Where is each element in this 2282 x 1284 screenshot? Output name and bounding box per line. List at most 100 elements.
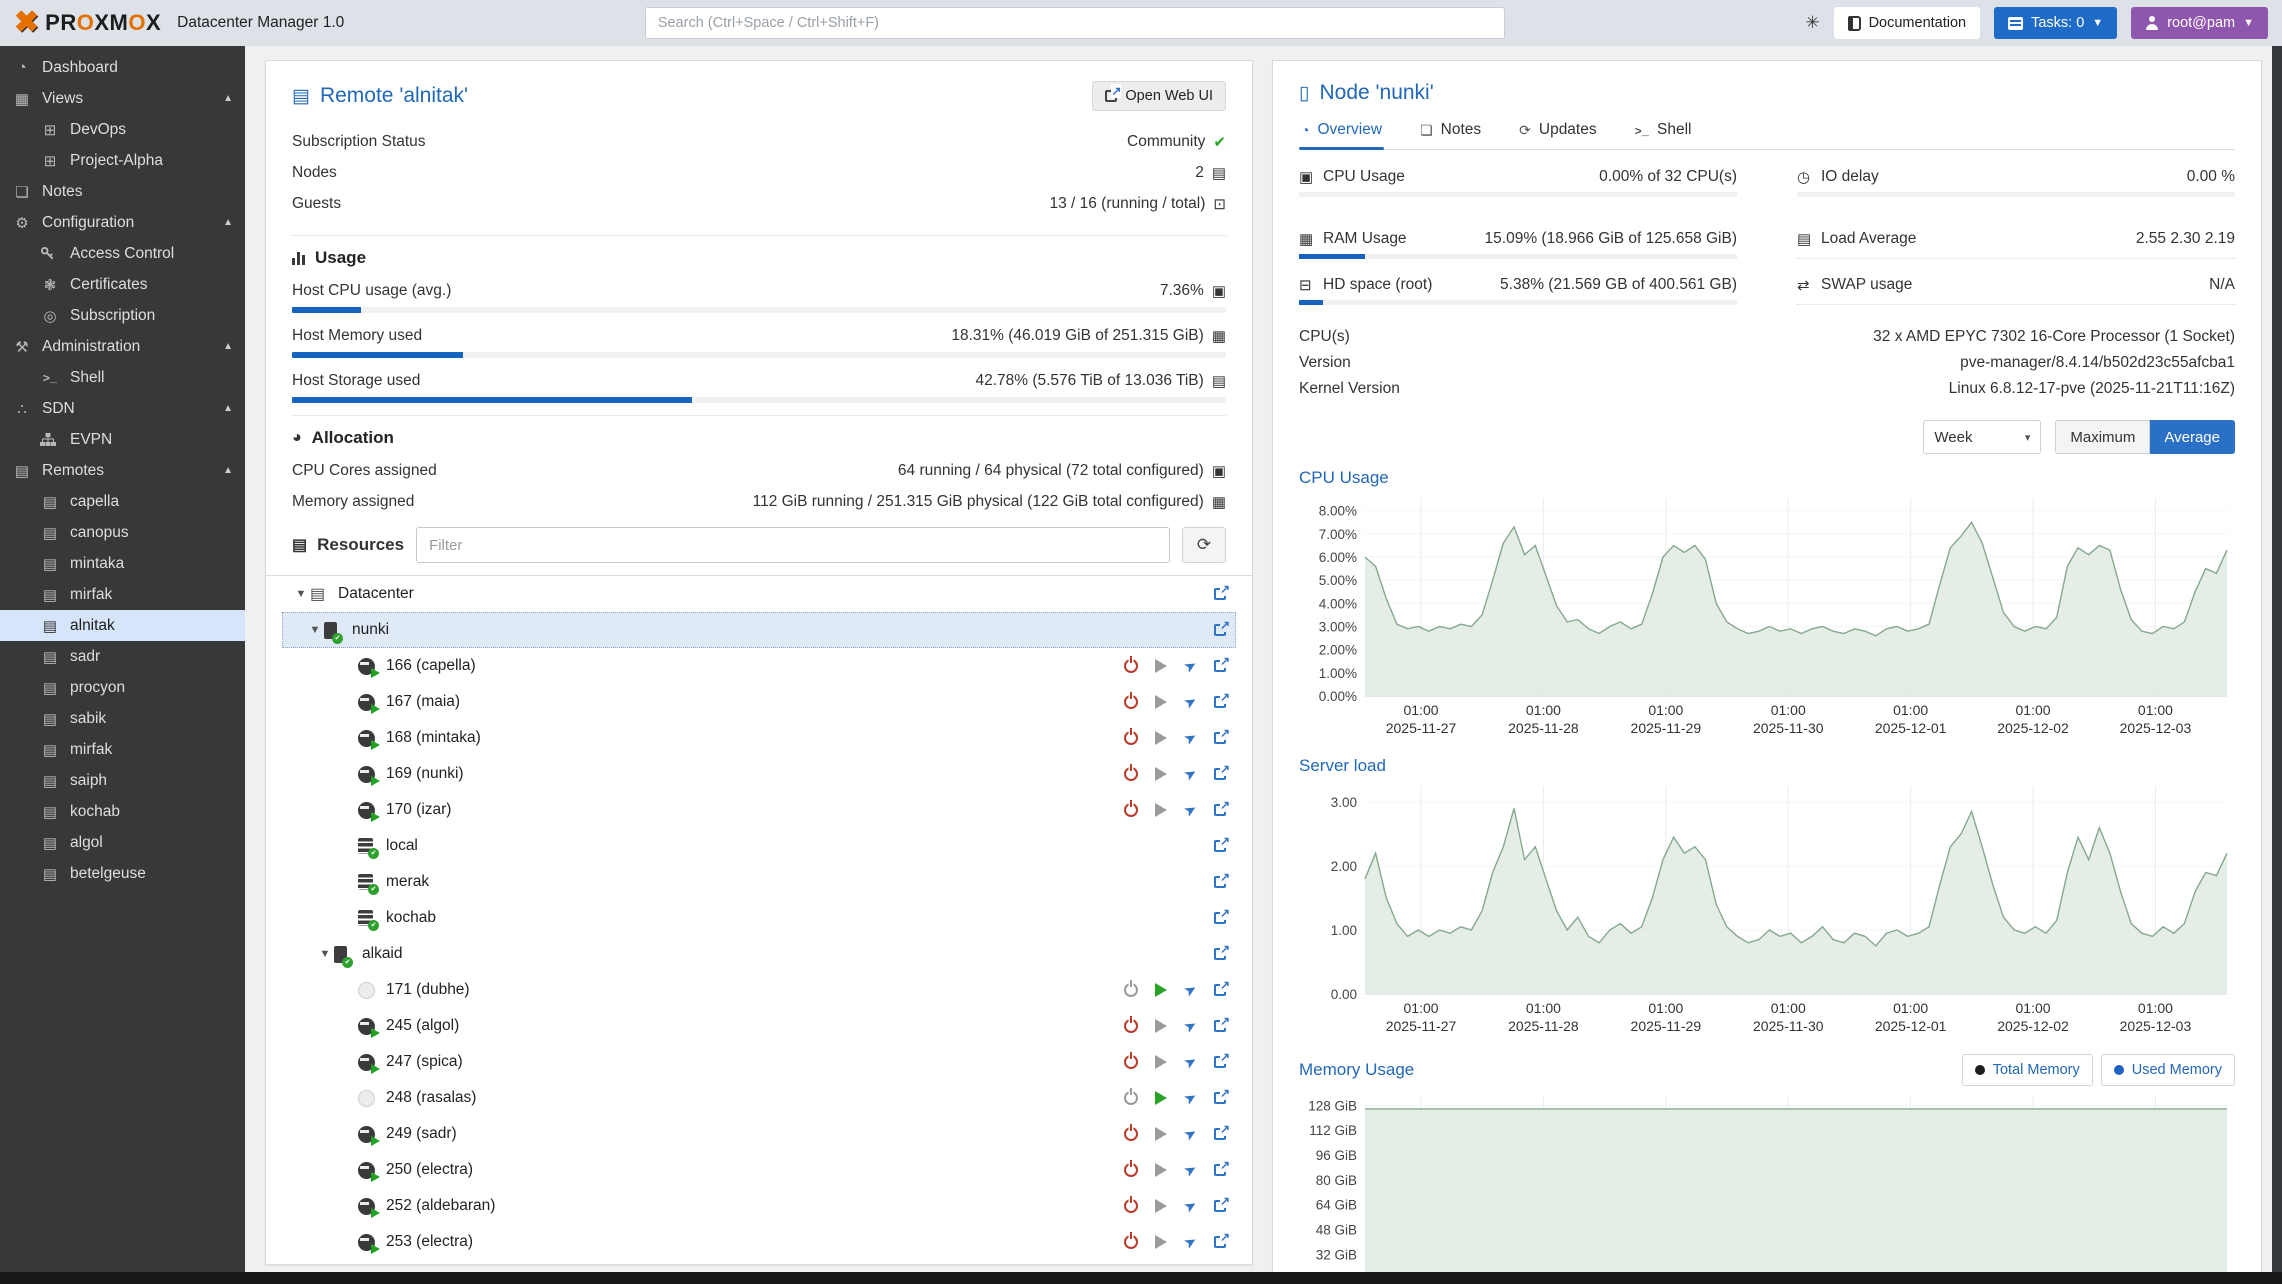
search-input[interactable] bbox=[645, 7, 1505, 39]
start-button[interactable] bbox=[1155, 695, 1167, 709]
sidebar-item-sdn[interactable]: ∴SDN▲ bbox=[0, 393, 245, 424]
legend-used-memory-button[interactable]: Used Memory bbox=[2101, 1054, 2235, 1086]
tasks-button[interactable]: Tasks: 0 ▼ bbox=[1994, 7, 2117, 39]
sidebar-item-algol[interactable]: ▤algol bbox=[0, 827, 245, 858]
start-button[interactable] bbox=[1155, 1127, 1167, 1141]
open-external-icon[interactable] bbox=[1214, 1128, 1226, 1140]
shutdown-button[interactable] bbox=[1124, 731, 1138, 745]
sidebar-item-saiph[interactable]: ▤saiph bbox=[0, 765, 245, 796]
open-external-icon[interactable] bbox=[1214, 912, 1226, 924]
legend-total-memory-button[interactable]: Total Memory bbox=[1962, 1054, 2093, 1086]
open-external-icon[interactable] bbox=[1214, 1200, 1226, 1212]
window-right-edge[interactable] bbox=[2272, 46, 2282, 1272]
collapse-arrow-icon[interactable]: ▲ bbox=[223, 93, 233, 104]
sidebar-item-certificates[interactable]: ❃Certificates bbox=[0, 269, 245, 300]
open-external-icon[interactable] bbox=[1214, 840, 1226, 852]
resource-row-167-maia-[interactable]: 167 (maia)➤ bbox=[292, 684, 1226, 720]
resource-row-local[interactable]: local bbox=[292, 828, 1226, 864]
collapse-arrow-icon[interactable]: ▲ bbox=[223, 341, 233, 352]
sidebar-item-mintaka[interactable]: ▤mintaka bbox=[0, 548, 245, 579]
collapse-arrow-icon[interactable]: ▲ bbox=[223, 217, 233, 228]
migrate-icon[interactable]: ➤ bbox=[1181, 1195, 1201, 1217]
sidebar-item-capella[interactable]: ▤capella bbox=[0, 486, 245, 517]
resource-row-171-dubhe-[interactable]: 171 (dubhe)➤ bbox=[292, 972, 1226, 1008]
sidebar-item-canopus[interactable]: ▤canopus bbox=[0, 517, 245, 548]
collapse-arrow-icon[interactable]: ▲ bbox=[223, 465, 233, 476]
snowflake-icon[interactable]: ✳ bbox=[1805, 13, 1819, 33]
sidebar-item-notes[interactable]: ❏Notes bbox=[0, 176, 245, 207]
sidebar-item-mirfak[interactable]: ▤mirfak bbox=[0, 734, 245, 765]
migrate-icon[interactable]: ➤ bbox=[1181, 1123, 1201, 1145]
sidebar-item-remotes[interactable]: ▤Remotes▲ bbox=[0, 455, 245, 486]
shutdown-button[interactable] bbox=[1124, 767, 1138, 781]
sidebar-item-alnitak[interactable]: ▤alnitak bbox=[0, 610, 245, 641]
migrate-icon[interactable]: ➤ bbox=[1181, 727, 1201, 749]
shutdown-button[interactable] bbox=[1124, 659, 1138, 673]
open-external-icon[interactable] bbox=[1214, 1020, 1226, 1032]
resource-row-252-aldebaran-[interactable]: 252 (aldebaran)➤ bbox=[292, 1188, 1226, 1224]
resource-row-166-capella-[interactable]: 166 (capella)➤ bbox=[292, 648, 1226, 684]
tab-notes[interactable]: ❏Notes bbox=[1418, 113, 1483, 149]
shutdown-button[interactable] bbox=[1124, 1163, 1138, 1177]
sidebar-item-sadr[interactable]: ▤sadr bbox=[0, 641, 245, 672]
caret-down-icon[interactable]: ▼ bbox=[306, 624, 324, 636]
migrate-icon[interactable]: ➤ bbox=[1181, 1051, 1201, 1073]
resource-row-249-sadr-[interactable]: 249 (sadr)➤ bbox=[292, 1116, 1226, 1152]
shutdown-button[interactable] bbox=[1124, 1235, 1138, 1249]
sidebar-item-mirfak[interactable]: ▤mirfak bbox=[0, 579, 245, 610]
sidebar-item-evpn[interactable]: EVPN bbox=[0, 424, 245, 455]
tab-updates[interactable]: ⟳Updates bbox=[1517, 113, 1598, 149]
sidebar-item-betelgeuse[interactable]: ▤betelgeuse bbox=[0, 858, 245, 889]
open-external-icon[interactable] bbox=[1214, 588, 1226, 600]
start-button[interactable] bbox=[1155, 767, 1167, 781]
filter-input[interactable] bbox=[416, 527, 1170, 563]
shutdown-button[interactable] bbox=[1124, 1055, 1138, 1069]
resource-row-nunki[interactable]: ▼nunki bbox=[282, 612, 1236, 648]
caret-down-icon[interactable]: ▼ bbox=[316, 948, 334, 960]
documentation-button[interactable]: Documentation bbox=[1834, 7, 1981, 39]
user-menu-button[interactable]: root@pam ▼ bbox=[2131, 7, 2268, 39]
start-button[interactable] bbox=[1155, 659, 1167, 673]
resource-row-alkaid[interactable]: ▼alkaid bbox=[292, 936, 1226, 972]
open-external-icon[interactable] bbox=[1214, 768, 1226, 780]
sidebar-item-dashboard[interactable]: ◔Dashboard bbox=[0, 52, 245, 83]
open-external-icon[interactable] bbox=[1214, 804, 1226, 816]
start-button[interactable] bbox=[1155, 1055, 1167, 1069]
open-external-icon[interactable] bbox=[1214, 624, 1226, 636]
open-external-icon[interactable] bbox=[1214, 948, 1226, 960]
sidebar-item-devops[interactable]: ⊞DevOps bbox=[0, 114, 245, 145]
migrate-icon[interactable]: ➤ bbox=[1181, 1159, 1201, 1181]
open-external-icon[interactable] bbox=[1214, 696, 1226, 708]
start-button[interactable] bbox=[1155, 731, 1167, 745]
collapse-arrow-icon[interactable]: ▲ bbox=[223, 403, 233, 414]
maximum-button[interactable]: Maximum bbox=[2055, 420, 2150, 454]
shutdown-button[interactable] bbox=[1124, 803, 1138, 817]
sidebar-item-kochab[interactable]: ▤kochab bbox=[0, 796, 245, 827]
resource-row-datacenter[interactable]: ▼▤Datacenter bbox=[292, 576, 1226, 612]
shutdown-button[interactable] bbox=[1124, 1199, 1138, 1213]
start-button[interactable] bbox=[1155, 803, 1167, 817]
open-external-icon[interactable] bbox=[1214, 876, 1226, 888]
resource-row-253-electra-[interactable]: 253 (electra)➤ bbox=[292, 1224, 1226, 1260]
shutdown-button[interactable] bbox=[1124, 983, 1138, 997]
sidebar-item-procyon[interactable]: ▤procyon bbox=[0, 672, 245, 703]
refresh-button[interactable]: ⟳ bbox=[1182, 527, 1226, 563]
open-external-icon[interactable] bbox=[1214, 1236, 1226, 1248]
open-external-icon[interactable] bbox=[1214, 660, 1226, 672]
resource-row-kochab[interactable]: kochab bbox=[292, 900, 1226, 936]
resource-row-169-nunki-[interactable]: 169 (nunki)➤ bbox=[292, 756, 1226, 792]
start-button[interactable] bbox=[1155, 1235, 1167, 1249]
sidebar-item-access-control[interactable]: Access Control bbox=[0, 238, 245, 269]
sidebar-item-shell[interactable]: >_Shell bbox=[0, 362, 245, 393]
sidebar-item-sabik[interactable]: ▤sabik bbox=[0, 703, 245, 734]
open-external-icon[interactable] bbox=[1214, 984, 1226, 996]
open-external-icon[interactable] bbox=[1214, 732, 1226, 744]
migrate-icon[interactable]: ➤ bbox=[1181, 1231, 1201, 1253]
time-range-select[interactable]: Week ▾ bbox=[1923, 420, 2041, 454]
migrate-icon[interactable]: ➤ bbox=[1181, 1087, 1201, 1109]
shutdown-button[interactable] bbox=[1124, 1091, 1138, 1105]
open-external-icon[interactable] bbox=[1214, 1164, 1226, 1176]
caret-down-icon[interactable]: ▼ bbox=[292, 588, 310, 600]
start-button[interactable] bbox=[1155, 1199, 1167, 1213]
start-button[interactable] bbox=[1155, 1019, 1167, 1033]
